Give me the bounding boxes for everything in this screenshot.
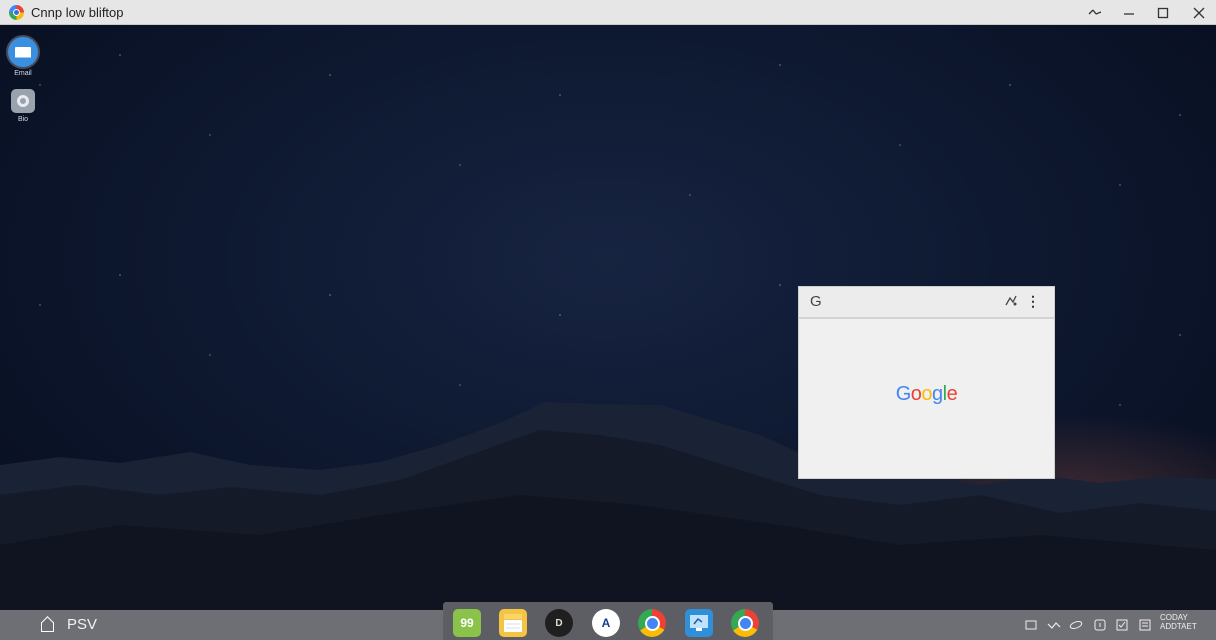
tray-battery-icon[interactable] — [1092, 613, 1108, 637]
google-g-icon[interactable]: G — [810, 293, 822, 310]
minimize-icon — [1124, 12, 1134, 15]
desktop-icon-mail[interactable]: Email — [3, 37, 43, 77]
extension-icon[interactable] — [1004, 294, 1018, 310]
maximize-icon — [1157, 7, 1169, 18]
back-button[interactable] — [1078, 0, 1112, 25]
google-logo: Google — [799, 383, 1054, 406]
title-bar: Cnnp low bliftop — [0, 0, 1216, 25]
more-menu-icon[interactable]: ⋮ — [1026, 293, 1040, 310]
clock-line-2: ADDTAET — [1160, 622, 1197, 631]
taskbar-start[interactable]: PSV — [40, 616, 97, 633]
taskbar-label: PSV — [67, 616, 98, 633]
dock-chrome-2-icon[interactable] — [731, 609, 759, 637]
dock-camera-icon[interactable]: D — [545, 609, 573, 637]
home-icon — [40, 617, 57, 633]
desktop-icon-label: Email — [14, 70, 32, 77]
browser-popup-toolbar: G ⋮ — [799, 287, 1054, 319]
dock-app-green-icon[interactable]: 99 — [453, 609, 481, 637]
dock-screen-app-icon[interactable] — [685, 609, 713, 637]
tray-volume-icon[interactable] — [1114, 613, 1130, 637]
google-logo-letter: o — [921, 383, 933, 405]
tray-link-icon[interactable] — [1068, 613, 1084, 637]
desktop-icon-settings[interactable]: Bio — [3, 89, 43, 123]
dock-chrome-icon[interactable] — [638, 609, 666, 637]
minimize-button[interactable] — [1112, 0, 1146, 25]
system-clock[interactable]: CODAY ADDTAET — [1160, 613, 1210, 631]
maximize-button[interactable] — [1146, 0, 1180, 25]
close-icon — [1193, 7, 1205, 18]
close-button[interactable] — [1182, 0, 1216, 25]
browser-popup-window[interactable]: G ⋮ Google — [798, 286, 1055, 479]
tray-notes-icon[interactable] — [1137, 613, 1153, 637]
tray-network-icon[interactable] — [1045, 613, 1063, 637]
window-title: Cnnp low bliftop — [31, 5, 124, 20]
dock: 99 D A — [443, 602, 773, 640]
google-logo-letter: G — [895, 383, 912, 405]
app-logo-icon — [9, 5, 24, 20]
gear-icon — [11, 89, 35, 113]
back-arrow-icon — [1088, 9, 1102, 15]
desktop-icon-label: Bio — [17, 116, 29, 123]
google-logo-letter: e — [946, 383, 958, 405]
google-logo-letter: g — [932, 383, 943, 405]
tray-window-icon[interactable] — [1023, 613, 1039, 637]
mail-icon — [8, 37, 38, 67]
dock-app-store-icon[interactable]: A — [592, 609, 620, 637]
dock-notes-icon[interactable] — [499, 609, 527, 637]
clock-line-1: CODAY — [1160, 613, 1188, 622]
google-logo-letter: o — [910, 383, 922, 405]
